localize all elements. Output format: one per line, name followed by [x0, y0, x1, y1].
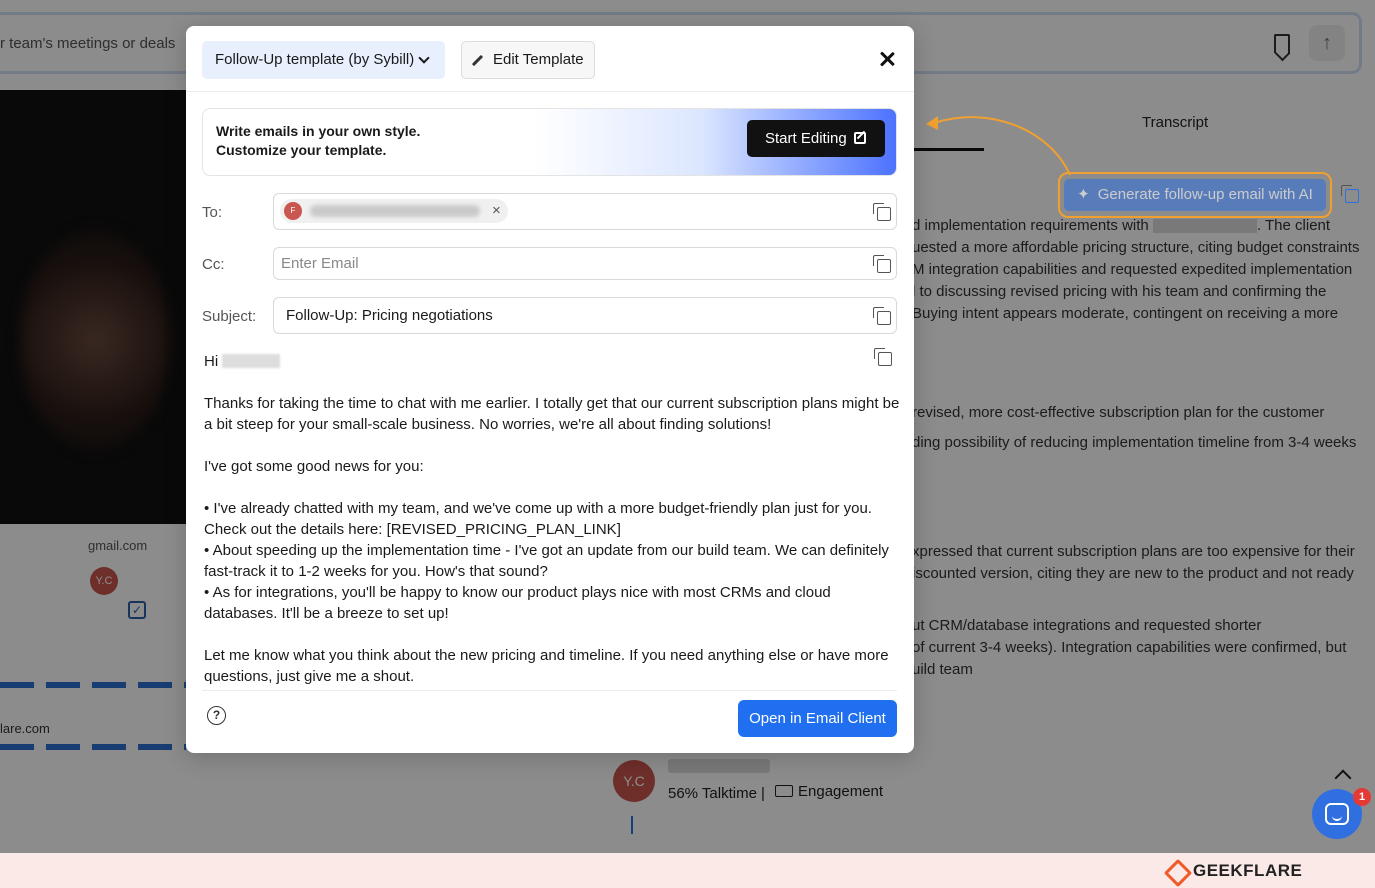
copy-icon[interactable]: [873, 203, 891, 221]
edit-square-icon: [854, 132, 866, 144]
brand-logo: GEEKFLARE: [1165, 858, 1302, 884]
help-icon[interactable]: ?: [207, 706, 226, 725]
chevron-down-icon: [418, 52, 430, 64]
banner-line-2: Customize your template.: [216, 142, 387, 158]
customize-banner: Write emails in your own style. Customiz…: [202, 108, 897, 176]
edit-template-label: Edit Template: [493, 51, 584, 68]
geekflare-logo-icon: [1165, 860, 1187, 882]
redacted-name: [222, 354, 281, 368]
recipient-avatar: F: [284, 202, 302, 220]
banner-line-1: Write emails in your own style.: [216, 123, 421, 139]
modal-footer-divider: [202, 690, 897, 691]
banner-text: Write emails in your own style. Customiz…: [216, 122, 420, 160]
email-body[interactable]: Hi Thanks for taking the time to chat wi…: [204, 351, 904, 691]
cc-field[interactable]: [273, 247, 897, 280]
email-greeting: Hi: [204, 351, 904, 372]
recipient-chip[interactable]: F ×: [280, 199, 508, 223]
subject-field[interactable]: [273, 297, 897, 334]
email-paragraph: • I've already chatted with my team, and…: [204, 500, 889, 622]
edit-template-button[interactable]: Edit Template: [461, 41, 595, 79]
brand-name: GEEKFLARE: [1193, 861, 1303, 880]
copy-icon[interactable]: [873, 255, 891, 273]
template-dropdown-label: Follow-Up template (by Sybill): [215, 51, 415, 68]
close-icon[interactable]: [879, 51, 895, 67]
email-modal: Follow-Up template (by Sybill) Edit Temp…: [186, 26, 914, 753]
modal-header: Follow-Up template (by Sybill) Edit Temp…: [186, 26, 914, 92]
template-dropdown[interactable]: Follow-Up template (by Sybill): [202, 41, 445, 79]
copy-icon[interactable]: [1341, 185, 1359, 203]
start-editing-label: Start Editing: [765, 130, 847, 147]
email-paragraph: I've got some good news for you:: [204, 458, 424, 475]
email-paragraph: Let me know what you think about the new…: [204, 647, 893, 685]
open-in-email-client-button[interactable]: Open in Email Client: [738, 700, 897, 737]
highlight-outline: [1058, 172, 1332, 218]
to-label: To:: [202, 204, 223, 221]
annotation-arrow: [926, 116, 1071, 176]
to-field[interactable]: F ×: [273, 193, 897, 230]
start-editing-button[interactable]: Start Editing: [747, 120, 885, 157]
subject-label: Subject:: [202, 308, 257, 325]
greeting-word: Hi: [204, 353, 219, 370]
redacted-recipient: [310, 205, 480, 217]
cc-label: Cc:: [202, 256, 225, 273]
pencil-icon: [471, 54, 484, 67]
email-paragraph: Thanks for taking the time to chat with …: [204, 395, 904, 433]
subject-input[interactable]: [286, 298, 846, 333]
remove-recipient-icon[interactable]: ×: [492, 202, 501, 220]
notification-badge: 1: [1353, 788, 1371, 806]
copy-icon[interactable]: [873, 307, 891, 325]
cc-input[interactable]: [281, 248, 841, 279]
chat-icon: [1325, 803, 1349, 825]
